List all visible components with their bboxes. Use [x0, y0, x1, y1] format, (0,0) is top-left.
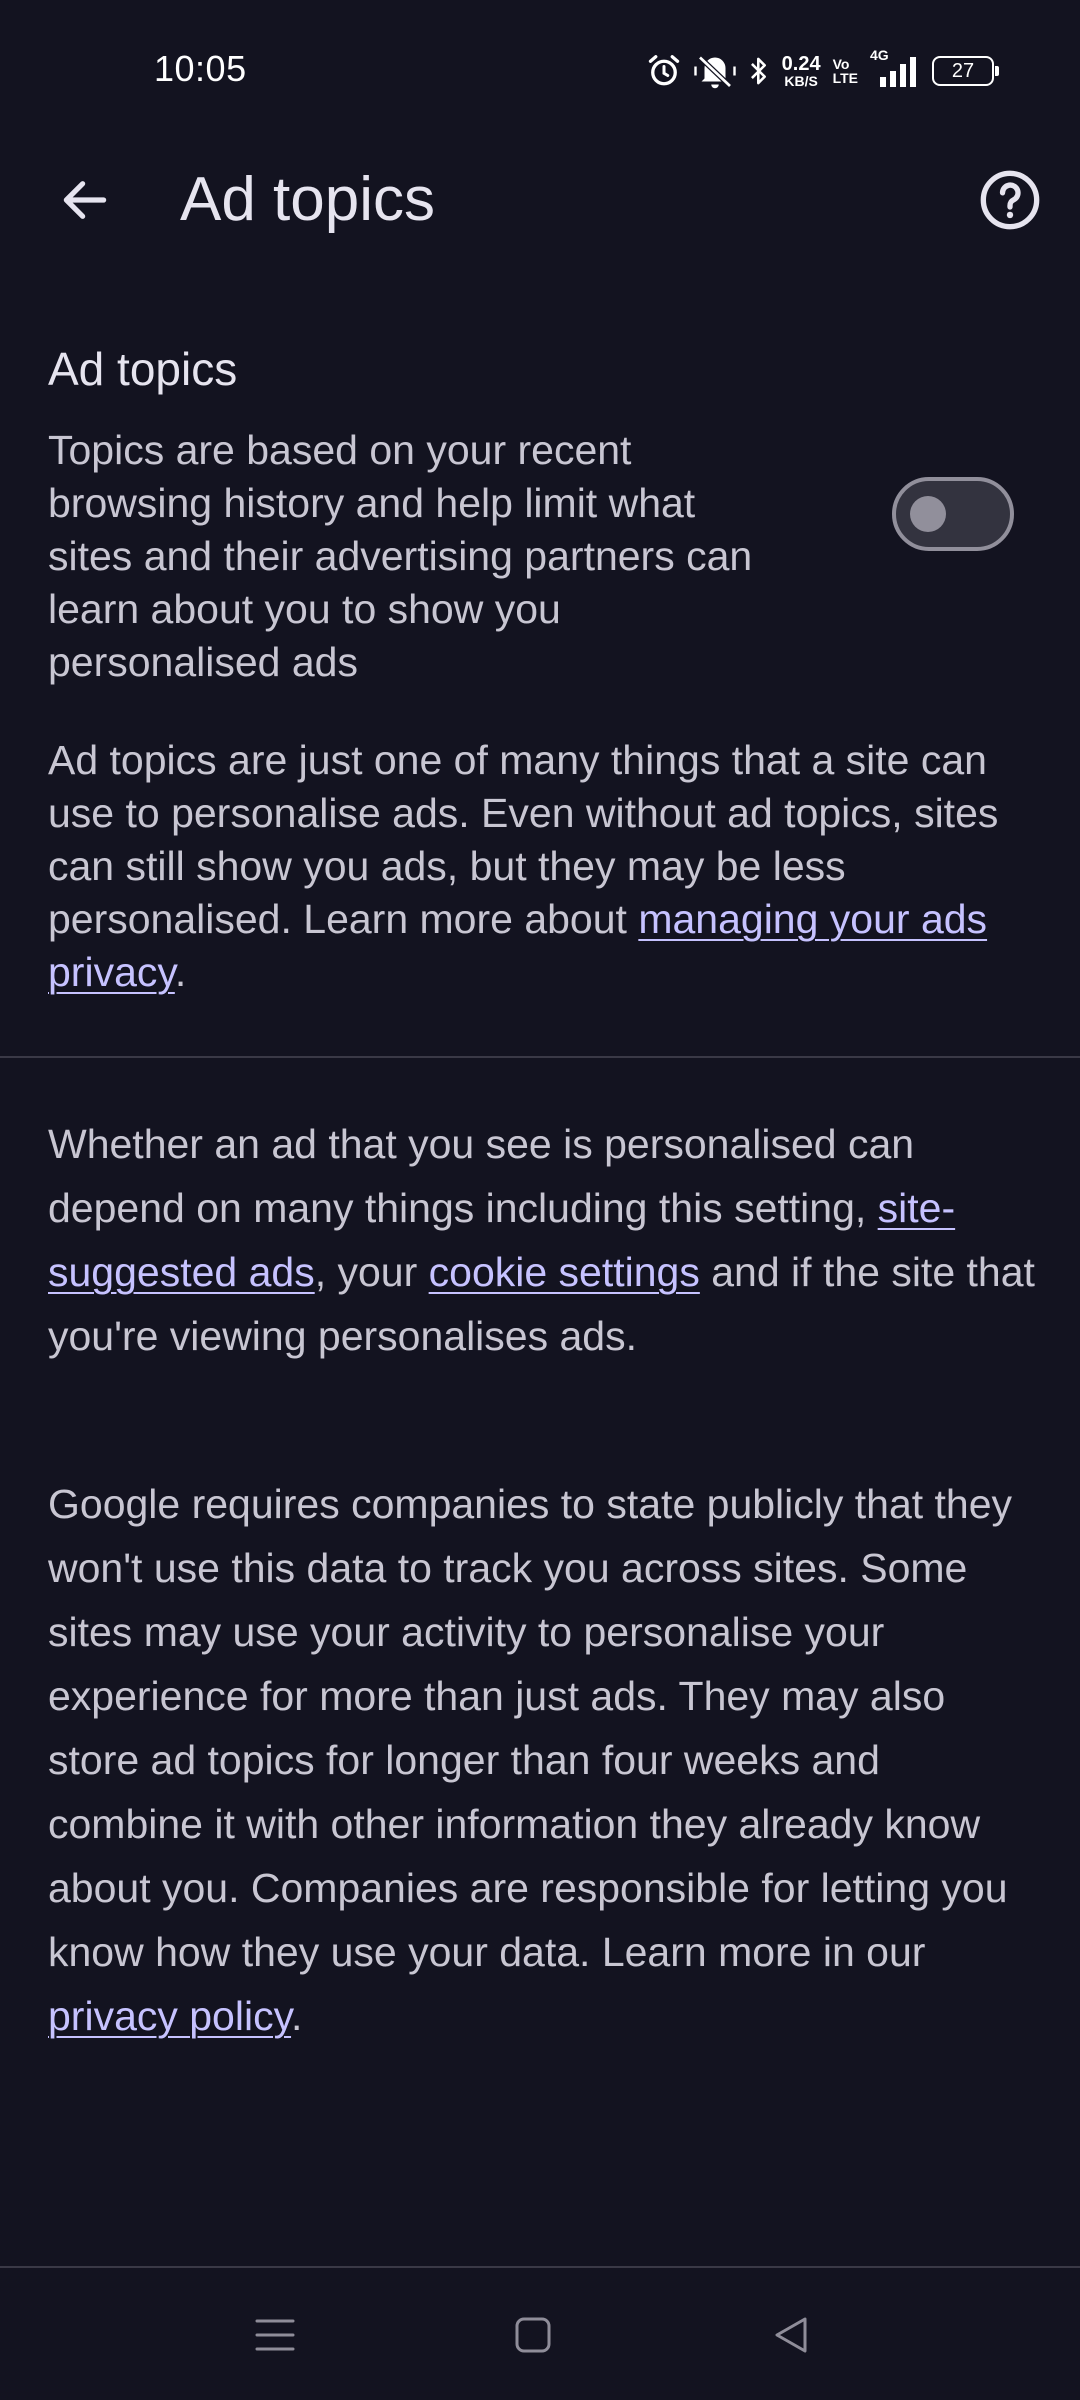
setting-description: Topics are based on your recent browsing…	[48, 427, 753, 685]
network-speed: 0.24 KB/S	[782, 54, 821, 88]
setting-heading: Ad topics	[48, 343, 238, 395]
status-bar: 10:05 0.24 KB/S Vo LTE 4G 27	[0, 0, 1080, 140]
bluetooth-icon	[748, 54, 770, 88]
google-requirements-info: Google requires companies to state publi…	[48, 1472, 1038, 2048]
vibrate-off-icon	[693, 53, 736, 89]
help-circle-icon	[980, 170, 1040, 230]
signal-icon: 4G	[870, 47, 920, 91]
status-icons: 0.24 KB/S Vo LTE 4G 27	[646, 47, 999, 92]
nav-back-button[interactable]	[746, 2298, 836, 2372]
ad-topics-toggle[interactable]	[892, 477, 1014, 551]
personalisation-text-b: , your	[314, 1249, 429, 1295]
personalisation-text-a: Whether an ad that you see is personalis…	[48, 1121, 915, 1231]
network-speed-unit: KB/S	[784, 73, 818, 89]
help-button[interactable]	[970, 160, 1050, 240]
recent-apps-button[interactable]	[230, 2298, 320, 2372]
battery-level: 27	[951, 59, 975, 82]
back-button[interactable]	[40, 162, 130, 238]
personalisation-info: Whether an ad that you see is personalis…	[48, 1112, 1038, 1368]
top-app-bar: Ad topics	[0, 140, 1080, 260]
battery-icon: 27	[932, 56, 999, 86]
back-triangle-icon	[775, 2317, 807, 2353]
volte-indicator: Vo LTE	[833, 57, 858, 85]
status-time: 10:05	[154, 48, 247, 89]
volte-bottom: LTE	[832, 70, 858, 86]
privacy-policy-link[interactable]: privacy policy	[48, 1993, 291, 2039]
home-button[interactable]	[488, 2298, 578, 2372]
menu-icon	[255, 2319, 295, 2351]
requirements-text: Google requires companies to state publi…	[48, 1481, 1013, 1975]
home-icon	[515, 2317, 551, 2353]
volte-top: Vo	[832, 56, 850, 72]
toggle-knob	[910, 496, 946, 532]
page-title: Ad topics	[180, 165, 436, 234]
alarm-icon	[646, 53, 682, 89]
info-period: .	[174, 949, 187, 995]
ad-topics-info: Ad topics are just one of many things th…	[48, 734, 1038, 999]
requirements-period: .	[291, 1993, 303, 2039]
arrow-back-icon	[63, 181, 107, 219]
network-speed-value: 0.24	[781, 53, 821, 75]
system-nav-bar	[0, 2268, 1080, 2400]
divider	[0, 1056, 1080, 1058]
cookie-settings-link[interactable]: cookie settings	[429, 1249, 700, 1295]
